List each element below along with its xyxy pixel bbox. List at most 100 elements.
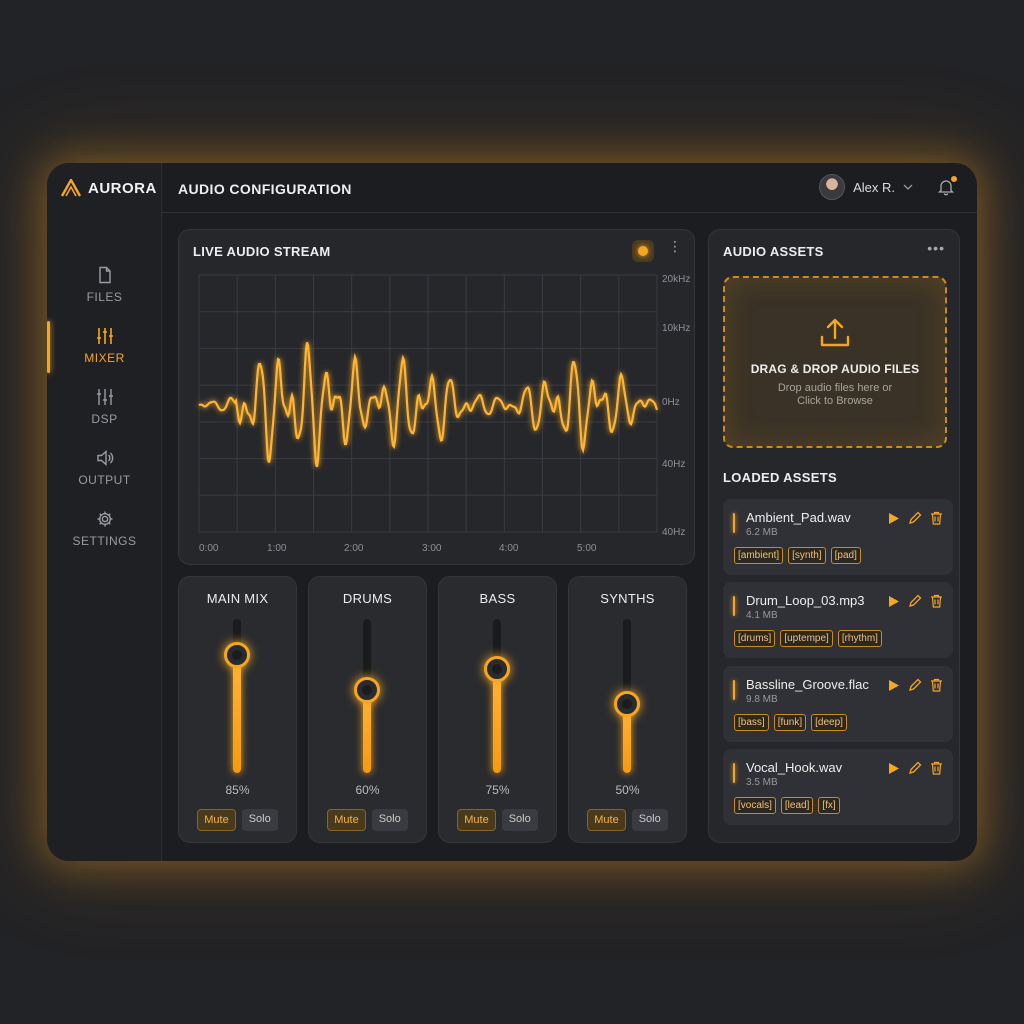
- notification-badge: [951, 176, 957, 182]
- sliders-icon: [96, 328, 113, 344]
- x-tick-label: 0:00: [199, 543, 219, 554]
- slider-fill: [233, 655, 241, 773]
- sidebar-item-mixer[interactable]: MIXER: [47, 327, 162, 365]
- sidebar-item-files[interactable]: FILES: [47, 266, 162, 304]
- asset-name: Vocal_Hook.wav: [746, 760, 843, 775]
- volume-slider[interactable]: [484, 619, 510, 773]
- sidebar-item-output[interactable]: OUTPUT: [47, 449, 162, 487]
- volume-slider[interactable]: [614, 619, 640, 773]
- trash-icon[interactable]: [930, 761, 943, 775]
- x-tick-label: 4:00: [499, 543, 519, 554]
- asset-card[interactable]: Bassline_Groove.flac 9.8 MB [bass] [funk] [d…: [723, 666, 953, 742]
- browse-link[interactable]: Click to Browse: [778, 395, 892, 408]
- audio-assets-panel: AUDIO ASSETS ••• DRAG & DROP AUDIO FILES…: [708, 229, 960, 843]
- asset-size: 6.2 MB: [746, 527, 778, 538]
- tag[interactable]: [vocals]: [734, 797, 776, 814]
- chevron-down-icon: [903, 184, 913, 190]
- solo-button[interactable]: Solo: [241, 809, 278, 831]
- slider-knob[interactable]: [354, 676, 380, 703]
- page-title: AUDIO CONFIGURATION: [178, 181, 352, 197]
- channel-name: BASS: [479, 591, 516, 606]
- channel-strip-main-mix: MAIN MIX 85% Mute Solo: [178, 576, 297, 843]
- tag[interactable]: [deep]: [811, 714, 847, 731]
- waveform-chart: [198, 274, 659, 533]
- volume-slider[interactable]: [224, 619, 250, 773]
- tag-list: [bass] [funk] [deep]: [734, 714, 847, 731]
- volume-slider[interactable]: [354, 619, 380, 773]
- brand[interactable]: AURORA: [60, 179, 157, 197]
- level-value: 60%: [355, 783, 380, 797]
- file-icon: [98, 266, 111, 284]
- channel-strip-bass: BASS 75% Mute Solo: [438, 576, 557, 843]
- slider-knob[interactable]: [614, 690, 640, 717]
- asset-name: Bassline_Groove.flac: [746, 677, 869, 692]
- sidebar-item-settings[interactable]: SETTINGS: [47, 510, 162, 548]
- slider-knob[interactable]: [224, 642, 250, 669]
- asset-size: 9.8 MB: [746, 694, 778, 705]
- dropzone-line: Drop audio files here or: [777, 382, 893, 394]
- play-icon[interactable]: [888, 679, 900, 692]
- live-audio-stream-panel: LIVE AUDIO STREAM ⋮ 20kHz 10kHz 0Hz 40Hz…: [178, 229, 695, 565]
- tag[interactable]: [drums]: [734, 630, 776, 647]
- tag[interactable]: [bass]: [734, 714, 769, 731]
- tag[interactable]: [pad]: [830, 547, 861, 564]
- play-icon[interactable]: [888, 595, 900, 608]
- dropzone-title: DRAG & DROP AUDIO FILES: [750, 362, 920, 376]
- asset-size: 3.5 MB: [746, 777, 778, 788]
- asset-card[interactable]: Vocal_Hook.wav 3.5 MB [vocals] [lead] [fx]: [723, 749, 953, 825]
- sidebar-item-label: SETTINGS: [72, 534, 137, 548]
- mute-button[interactable]: Mute: [327, 809, 366, 831]
- asset-level-bar: [733, 596, 735, 616]
- trash-icon[interactable]: [930, 594, 943, 608]
- sliders-icon: [96, 389, 113, 405]
- tag[interactable]: [uptempe]: [780, 630, 833, 647]
- channel-name: MAIN MIX: [206, 591, 269, 606]
- slider-knob[interactable]: [484, 656, 510, 683]
- edit-icon[interactable]: [908, 761, 922, 775]
- brand-name: AURORA: [88, 179, 157, 197]
- asset-card[interactable]: Ambient_Pad.wav 6.2 MB [ambient] [synth] [pa…: [723, 499, 953, 575]
- user-menu[interactable]: Alex R.: [819, 174, 913, 200]
- solo-button[interactable]: Solo: [631, 809, 668, 831]
- tag-list: [drums] [uptempe] [rhythm]: [734, 630, 882, 647]
- tag[interactable]: [ambient]: [734, 547, 784, 564]
- trash-icon[interactable]: [930, 511, 943, 525]
- tag[interactable]: [funk]: [773, 714, 807, 731]
- top-header: AUDIO CONFIGURATION Alex R.: [162, 163, 977, 213]
- play-icon[interactable]: [888, 512, 900, 525]
- notifications-button[interactable]: [937, 176, 957, 201]
- mute-button[interactable]: Mute: [457, 809, 496, 831]
- asset-size: 4.1 MB: [746, 610, 778, 621]
- edit-icon[interactable]: [908, 594, 922, 608]
- more-options-icon[interactable]: •••: [927, 240, 945, 256]
- solo-button[interactable]: Solo: [371, 809, 408, 831]
- tag[interactable]: [lead]: [780, 797, 814, 814]
- y-tick-label: 10kHz: [662, 323, 691, 334]
- edit-icon[interactable]: [908, 511, 922, 525]
- asset-card[interactable]: Drum_Loop_03.mp3 4.1 MB [drums] [uptempe] [r…: [723, 582, 953, 658]
- trash-icon[interactable]: [930, 678, 943, 692]
- speaker-icon: [96, 449, 113, 467]
- x-tick-label: 2:00: [344, 543, 364, 554]
- edit-icon[interactable]: [908, 678, 922, 692]
- x-tick-label: 5:00: [577, 543, 597, 554]
- file-dropzone[interactable]: DRAG & DROP AUDIO FILES Drop audio files…: [723, 276, 947, 448]
- solo-button[interactable]: Solo: [501, 809, 538, 831]
- level-value: 50%: [615, 783, 640, 797]
- tag[interactable]: [fx]: [818, 797, 840, 814]
- tag-list: [ambient] [synth] [pad]: [734, 547, 861, 564]
- tag[interactable]: [rhythm]: [837, 630, 882, 647]
- asset-level-bar: [733, 763, 735, 783]
- y-tick-label: 40Hz: [662, 459, 686, 470]
- x-tick-label: 1:00: [267, 543, 287, 554]
- channel-strip-drums: DRUMS 60% Mute Solo: [308, 576, 427, 843]
- sidebar-item-dsp[interactable]: DSP: [47, 388, 162, 426]
- y-tick-label: 0Hz: [662, 397, 680, 408]
- asset-level-bar: [733, 680, 735, 700]
- asset-name: Drum_Loop_03.mp3: [746, 593, 865, 608]
- mute-button[interactable]: Mute: [197, 809, 236, 831]
- loaded-assets-title: LOADED ASSETS: [723, 470, 837, 485]
- mute-button[interactable]: Mute: [587, 809, 626, 831]
- play-icon[interactable]: [888, 762, 900, 775]
- tag[interactable]: [synth]: [788, 547, 826, 564]
